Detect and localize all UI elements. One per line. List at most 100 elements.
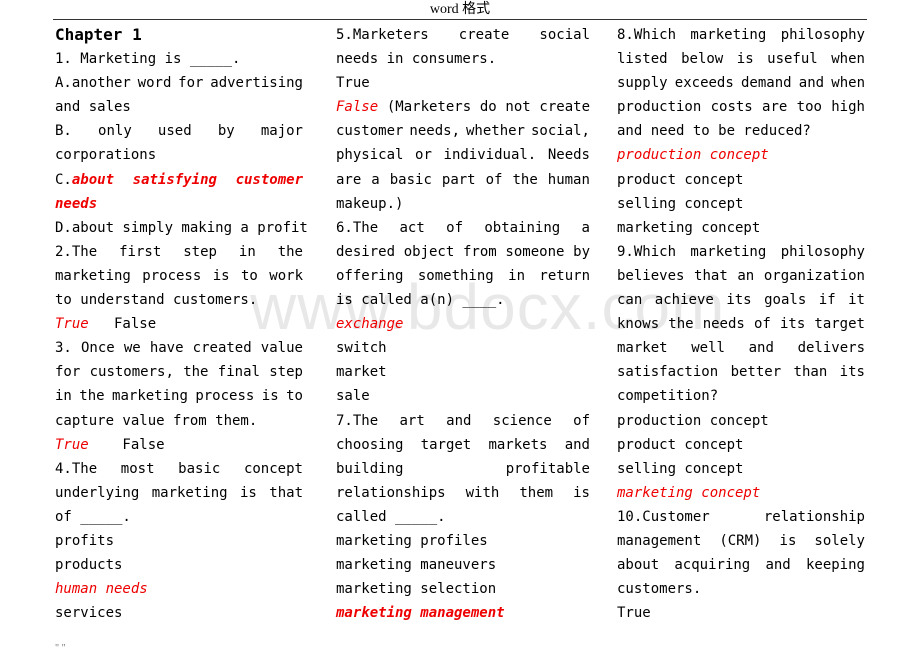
text-line: corporations bbox=[55, 143, 303, 167]
text-line: for customers, the final step bbox=[55, 360, 303, 384]
text-line: True bbox=[617, 601, 865, 625]
word: or bbox=[415, 147, 432, 164]
text-line: needs in consumers. bbox=[336, 47, 590, 71]
line-text: customers. bbox=[617, 581, 702, 598]
option-start: C.about bbox=[55, 168, 114, 192]
text-line: True False bbox=[55, 433, 303, 457]
word: and bbox=[748, 340, 774, 357]
text-line: choosing target markets and bbox=[336, 433, 590, 457]
word: choosing bbox=[336, 436, 404, 453]
line-text: capture value from them. bbox=[55, 412, 258, 429]
text-line: are a basic part of the human bbox=[336, 168, 590, 192]
word: marketing bbox=[151, 484, 228, 501]
word: advertising bbox=[210, 75, 303, 92]
word: 4.The bbox=[55, 460, 98, 477]
word: a bbox=[371, 171, 380, 188]
text-line: believes that an organization bbox=[617, 264, 865, 288]
word: profitable bbox=[505, 460, 590, 477]
word: to bbox=[286, 388, 303, 405]
correct-answer: True bbox=[55, 316, 89, 333]
line-text: market bbox=[336, 364, 387, 381]
word: than bbox=[793, 364, 828, 381]
word: in bbox=[55, 388, 72, 405]
text-line: market well and delivers bbox=[617, 336, 865, 360]
word: marketing bbox=[55, 267, 131, 284]
word: step bbox=[183, 243, 217, 260]
word: about bbox=[617, 557, 660, 574]
word: knows bbox=[617, 316, 660, 333]
text-line: of _____. bbox=[55, 505, 303, 529]
text-line: underlying marketing is that bbox=[55, 481, 303, 505]
word: return bbox=[539, 267, 590, 284]
text-line: selling concept bbox=[617, 192, 865, 216]
word: create bbox=[458, 27, 510, 43]
line-text: called _____. bbox=[336, 508, 446, 525]
text-line: product concept bbox=[617, 168, 865, 192]
line-text: 1. Marketing is _____. bbox=[55, 51, 241, 68]
word: process bbox=[142, 267, 202, 284]
option-label: C. bbox=[55, 171, 72, 188]
word: of bbox=[485, 171, 503, 188]
text-line: supply exceeds demand and when bbox=[617, 71, 865, 95]
page-header: word 格式 bbox=[429, 2, 491, 17]
line-text: True bbox=[336, 75, 370, 92]
word: and bbox=[765, 557, 791, 574]
word: basic bbox=[389, 171, 432, 188]
word: not bbox=[505, 99, 531, 116]
word: human bbox=[547, 171, 590, 188]
word: value bbox=[260, 340, 303, 357]
word: 7.The bbox=[336, 412, 379, 429]
word: if bbox=[818, 292, 836, 309]
text-line: and need to be reduced? bbox=[617, 119, 865, 143]
chapter-title: Chapter 1 bbox=[55, 23, 303, 47]
text-line: makeup.) bbox=[336, 192, 590, 216]
word: its bbox=[726, 292, 752, 309]
line-text: marketing profiles bbox=[336, 532, 488, 549]
word: social bbox=[539, 27, 590, 43]
word: satisfaction bbox=[617, 364, 719, 381]
word: underlying bbox=[55, 484, 140, 501]
word: useful bbox=[767, 51, 818, 68]
word: work bbox=[269, 267, 303, 284]
line-suffix: False bbox=[88, 436, 165, 453]
text-line: listed below is useful when bbox=[617, 47, 865, 71]
line-suffix: False bbox=[88, 316, 157, 333]
word: exceeds bbox=[674, 75, 734, 92]
text-line: building profitable bbox=[336, 457, 590, 481]
correct-answer: False bbox=[336, 99, 379, 116]
word: to bbox=[241, 267, 258, 284]
text-line: 2.The first step in the bbox=[55, 240, 303, 264]
text-line: switch bbox=[336, 336, 590, 360]
word: philosophy bbox=[780, 243, 865, 260]
text-line: products bbox=[55, 553, 303, 577]
word: someone bbox=[505, 243, 565, 260]
text-line: 1. Marketing is _____. bbox=[55, 47, 303, 71]
answer-word: satisfying bbox=[132, 171, 217, 188]
word: supply bbox=[617, 75, 668, 92]
word: social, bbox=[530, 123, 590, 140]
text-line: in the marketing process is to bbox=[55, 384, 303, 408]
text-line: production concept bbox=[617, 409, 865, 433]
answer-word: about bbox=[71, 171, 115, 188]
word: is bbox=[212, 267, 230, 284]
text-line: 9.Which marketing philosophy bbox=[617, 240, 865, 264]
word: with bbox=[465, 484, 500, 501]
word: from bbox=[463, 243, 497, 260]
word: below bbox=[681, 51, 724, 68]
text-line: True bbox=[336, 71, 590, 95]
text-line: production costs are too high bbox=[617, 95, 865, 119]
line-text: selling concept bbox=[617, 460, 744, 477]
line-text: product concept bbox=[617, 171, 744, 188]
word: is bbox=[573, 484, 590, 501]
word: of bbox=[446, 219, 463, 236]
word: customers, bbox=[89, 364, 174, 381]
word: obtaining bbox=[484, 219, 561, 236]
word: create bbox=[539, 99, 590, 116]
text-line: 4.The most basic concept bbox=[55, 457, 303, 481]
word: B. bbox=[55, 123, 72, 140]
text-line: product concept bbox=[617, 433, 865, 457]
word: part bbox=[441, 171, 476, 188]
correct-answer: marketing concept bbox=[617, 484, 761, 501]
text-line: knows the needs of its target bbox=[617, 312, 865, 336]
word: production bbox=[617, 99, 702, 116]
